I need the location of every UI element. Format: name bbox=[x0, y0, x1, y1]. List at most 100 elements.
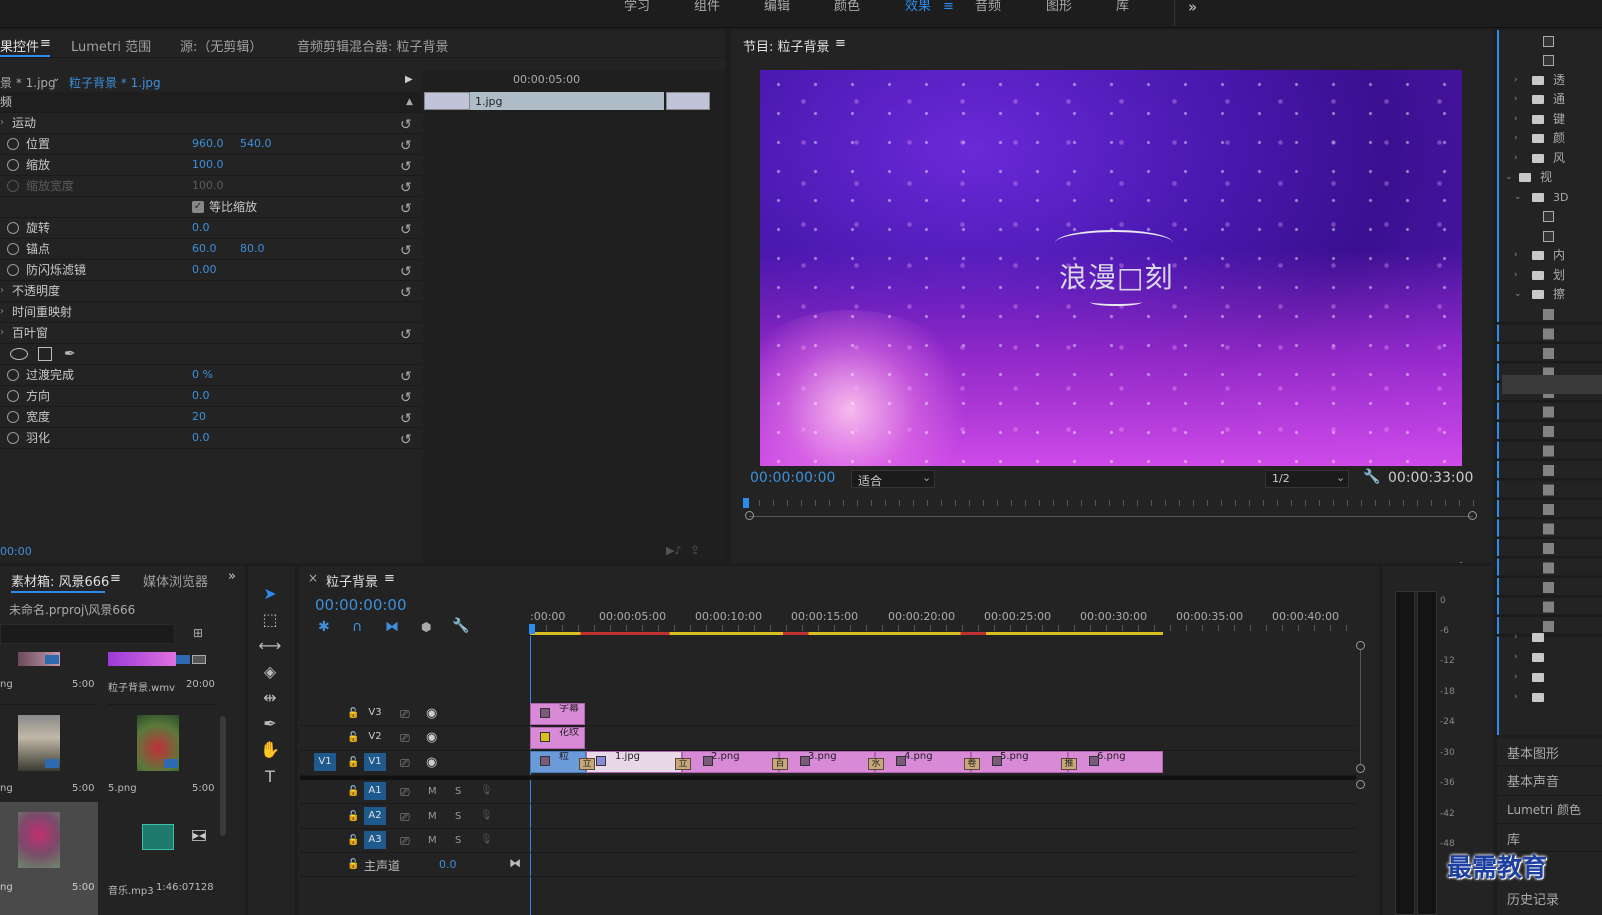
reset-icon[interactable]: ↺ bbox=[400, 367, 412, 387]
stopwatch-icon[interactable] bbox=[7, 222, 19, 234]
bin-menu-icon[interactable]: ≡ bbox=[110, 571, 121, 586]
stopwatch-icon[interactable] bbox=[7, 138, 19, 150]
transition-marker[interactable]: 立 bbox=[675, 758, 691, 770]
flicker-value[interactable]: 0.00 bbox=[192, 260, 217, 280]
play-arrow-icon[interactable]: ▶ bbox=[405, 74, 413, 85]
mute-button[interactable]: M bbox=[428, 786, 437, 797]
close-sequence-icon[interactable]: × bbox=[308, 571, 318, 585]
effects-folder[interactable]: › 风 bbox=[1497, 149, 1599, 168]
track-target-a2[interactable]: A2 bbox=[364, 807, 386, 825]
bin-item[interactable]: 粒子背景.wmv 20:00 bbox=[108, 652, 218, 700]
sync-lock-icon[interactable]: ⎚ bbox=[400, 756, 410, 771]
scrub-ruler[interactable] bbox=[745, 500, 1475, 510]
tab-effect-controls[interactable]: 果控件 bbox=[0, 36, 39, 55]
chevron-down-icon[interactable]: ⌄ bbox=[52, 73, 60, 84]
sequence-menu-icon[interactable]: ≡ bbox=[384, 571, 395, 586]
effect-controls-timecode[interactable]: 00:00 bbox=[0, 545, 32, 558]
compare-icon[interactable]: ⧉ bbox=[1315, 562, 1324, 563]
essential-sound-panel[interactable]: 基本声音 bbox=[1497, 766, 1602, 796]
microphone-icon[interactable]: 🎙 bbox=[480, 834, 493, 845]
lock-icon[interactable]: 🔓 bbox=[347, 786, 359, 797]
rectangle-mask-icon[interactable] bbox=[38, 347, 52, 361]
tab-audio-clip-mixer[interactable]: 音频剪辑混合器: 粒子背景 bbox=[297, 36, 449, 55]
bin-item-selected[interactable]: ng 5:00 bbox=[0, 802, 98, 915]
tab-source[interactable]: 源:（无剪辑） bbox=[180, 36, 262, 55]
workspace-libraries[interactable]: 库 bbox=[1116, 0, 1129, 24]
effects-folder[interactable]: › 颜 bbox=[1497, 129, 1599, 148]
slip-tool-icon[interactable]: ⇹ bbox=[258, 688, 282, 710]
track-target-a1[interactable]: A1 bbox=[364, 782, 386, 800]
linked-selection-icon[interactable]: ⧓ bbox=[385, 619, 399, 635]
reset-icon[interactable]: ↺ bbox=[400, 199, 412, 219]
reset-icon[interactable]: ↺ bbox=[400, 262, 412, 282]
reset-icon[interactable]: ↺ bbox=[400, 178, 412, 198]
transition-marker[interactable]: 水 bbox=[868, 758, 884, 770]
effects-folder[interactable]: › 键 bbox=[1497, 110, 1599, 129]
source-patch-v1[interactable]: V1 bbox=[314, 753, 336, 771]
transition-marker[interactable]: 百 bbox=[772, 758, 788, 770]
track-target-v3[interactable]: V3 bbox=[364, 704, 386, 722]
effect-item[interactable] bbox=[1497, 51, 1599, 70]
v1-clip-5png[interactable]: 5.png bbox=[971, 751, 1068, 773]
tab-menu-icon[interactable]: ≡ bbox=[40, 36, 51, 51]
timeline-timecode[interactable]: 00:00:00:00 bbox=[315, 596, 407, 614]
mark-out-icon[interactable]: } bbox=[995, 562, 1003, 563]
vertical-zoom-handle[interactable] bbox=[1356, 780, 1365, 789]
anchor-x-value[interactable]: 60.0 bbox=[192, 239, 217, 259]
sync-lock-icon[interactable]: ⎚ bbox=[400, 785, 410, 800]
rotation-value[interactable]: 0.0 bbox=[192, 218, 210, 238]
type-tool-icon[interactable]: T bbox=[258, 767, 282, 789]
video-transitions-folder[interactable]: ⌄ 视 bbox=[1497, 168, 1599, 187]
solo-button[interactable]: S bbox=[455, 811, 461, 822]
twirl-icon[interactable]: › bbox=[0, 302, 4, 322]
reset-icon[interactable]: ↺ bbox=[400, 157, 412, 177]
anchor-y-value[interactable]: 80.0 bbox=[240, 239, 265, 259]
track-select-tool-icon[interactable]: ⬚ bbox=[258, 610, 282, 632]
ornament-clip[interactable]: 花纹 bbox=[530, 727, 585, 749]
lift-icon[interactable]: ⏏ bbox=[1211, 562, 1223, 563]
solo-button[interactable]: S bbox=[455, 786, 461, 797]
sync-lock-icon[interactable]: ⎚ bbox=[400, 834, 410, 849]
bin-item[interactable]: ▶◀ 音乐.mp3 1:46:07128 bbox=[108, 802, 218, 915]
stopwatch-icon[interactable] bbox=[7, 411, 19, 423]
resolution-dropdown[interactable]: 1/2 ⌄ bbox=[1265, 470, 1349, 488]
zoom-handle-left[interactable] bbox=[745, 511, 754, 520]
program-video-frame[interactable]: 浪漫□刻 bbox=[760, 70, 1462, 466]
mini-clip[interactable]: 1.jpg bbox=[470, 92, 664, 110]
track-target-v1[interactable]: V1 bbox=[364, 753, 386, 771]
uniform-scale-checkbox[interactable]: ✓ bbox=[192, 201, 204, 213]
sync-lock-icon[interactable]: ⎚ bbox=[400, 810, 410, 825]
play-icon[interactable]: ▶ bbox=[1104, 562, 1114, 563]
workspace-audio[interactable]: 音频 bbox=[975, 0, 1001, 24]
razor-tool-icon[interactable]: ◈ bbox=[258, 662, 282, 684]
reset-icon[interactable]: ↺ bbox=[400, 283, 412, 303]
bin-item[interactable]: 5.png 5:00 bbox=[108, 704, 218, 800]
tab-media-browser[interactable]: 媒体浏览器 bbox=[143, 571, 208, 590]
eye-icon[interactable]: ◉ bbox=[426, 755, 437, 770]
go-to-out-icon[interactable]: ⇥ bbox=[1171, 562, 1182, 563]
vertical-scrollbar-video[interactable] bbox=[1360, 650, 1361, 764]
effects-folder[interactable]: › 通 bbox=[1497, 90, 1599, 109]
lock-icon[interactable]: 🔓 bbox=[347, 835, 359, 846]
effects-folder[interactable]: › bbox=[1497, 688, 1599, 707]
v1-clip-4png[interactable]: 4.png bbox=[875, 751, 971, 773]
fit-dropdown[interactable]: 适合 ⌄ bbox=[851, 470, 935, 488]
effect-item[interactable] bbox=[1497, 32, 1599, 51]
ripple-edit-tool-icon[interactable]: ⟷ bbox=[258, 636, 282, 658]
twirl-icon[interactable]: › bbox=[0, 113, 4, 133]
effects-folder[interactable]: › bbox=[1497, 668, 1599, 687]
collapse-up-icon[interactable]: ▲ bbox=[406, 92, 413, 112]
eye-icon[interactable]: ◉ bbox=[426, 706, 437, 721]
bin-item[interactable]: ng 5:00 bbox=[0, 704, 98, 800]
v1-clip-1jpg[interactable]: 1.jpg bbox=[586, 751, 682, 773]
reset-icon[interactable]: ↺ bbox=[400, 220, 412, 240]
pen-tool-icon[interactable]: ✒ bbox=[258, 714, 282, 736]
zoom-handle-right[interactable] bbox=[1468, 511, 1477, 520]
playhead[interactable] bbox=[743, 498, 749, 508]
nest-icon[interactable]: ✱ bbox=[318, 619, 330, 635]
step-back-icon[interactable]: ◀| bbox=[1071, 562, 1085, 563]
stopwatch-icon[interactable] bbox=[7, 432, 19, 444]
effects-folder[interactable]: ⌄ 擦 bbox=[1497, 285, 1599, 304]
lumetri-color-panel[interactable]: Lumetri 颜色 bbox=[1497, 796, 1602, 824]
master-volume-value[interactable]: 0.0 bbox=[439, 858, 457, 871]
